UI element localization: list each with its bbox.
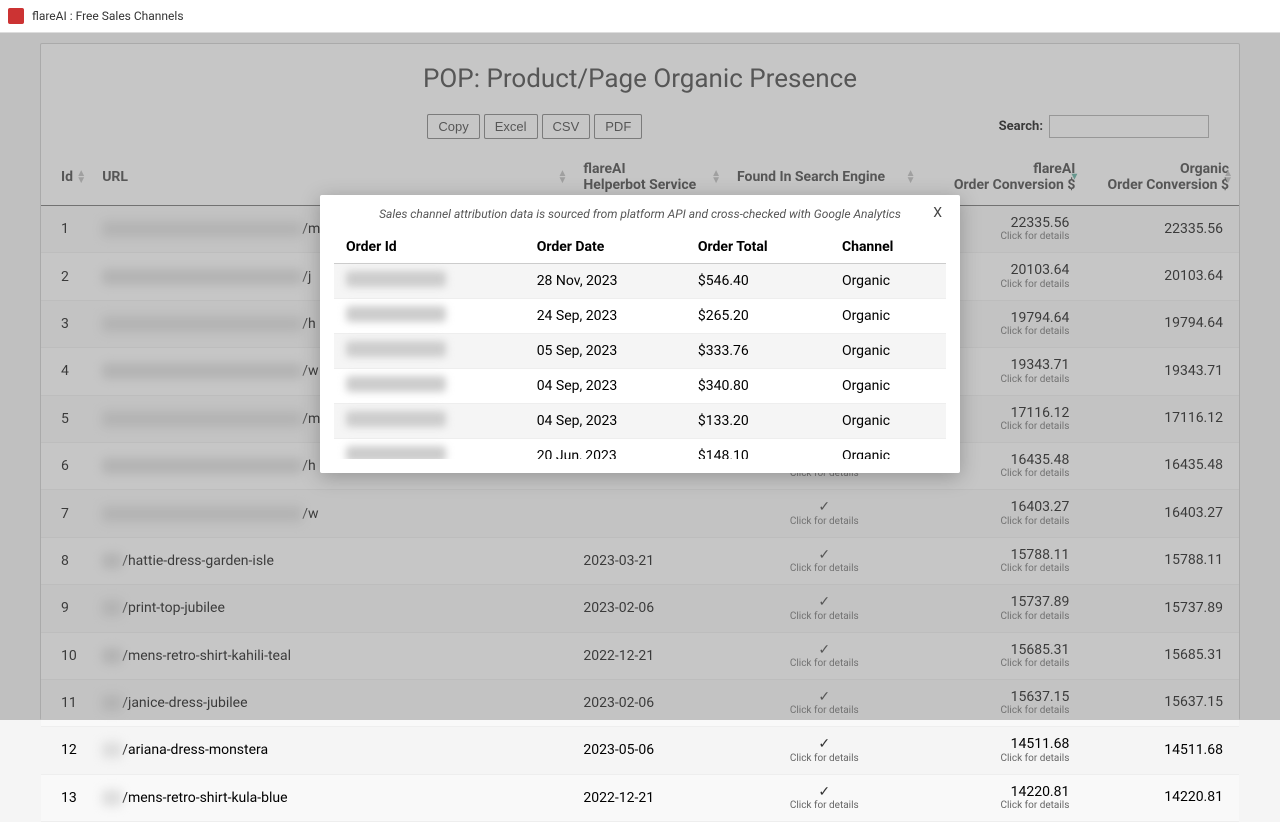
cell-channel: Organic xyxy=(830,334,946,369)
attribution-modal: X Sales channel attribution data is sour… xyxy=(320,195,960,473)
cell-org-conv: 14220.81 xyxy=(1085,774,1239,821)
modal-row: 04 Sep, 2023$340.80Organic xyxy=(334,369,946,404)
cell-url: /mens-retro-shirt-kula-blue xyxy=(92,774,573,821)
close-button[interactable]: X xyxy=(933,205,942,221)
cell-engine[interactable]: ✓Click for details xyxy=(727,774,922,821)
cell-flare-conv[interactable]: 14511.68Click for details xyxy=(922,727,1086,774)
modal-note: Sales channel attribution data is source… xyxy=(334,203,946,231)
cell-url: /ariana-dress-monstera xyxy=(92,727,573,774)
modal-row: 05 Sep, 2023$333.76Organic xyxy=(334,334,946,369)
modal-overlay[interactable]: X Sales channel attribution data is sour… xyxy=(0,33,1280,720)
col-order-date: Order Date xyxy=(525,231,686,264)
cell-order-id xyxy=(334,299,525,334)
cell-order-id xyxy=(334,334,525,369)
cell-order-date: 04 Sep, 2023 xyxy=(525,404,686,439)
cell-order-total: $148.10 xyxy=(686,439,830,460)
modal-row: 28 Nov, 2023$546.40Organic xyxy=(334,264,946,299)
col-order-id: Order Id xyxy=(334,231,525,264)
cell-channel: Organic xyxy=(830,369,946,404)
modal-scroll[interactable]: Order Id Order Date Order Total Channel … xyxy=(334,231,946,459)
check-icon: ✓ xyxy=(818,736,830,752)
cell-date: 2023-05-06 xyxy=(573,727,727,774)
window-title: flareAI : Free Sales Channels xyxy=(32,9,184,23)
modal-table: Order Id Order Date Order Total Channel … xyxy=(334,231,946,459)
cell-flare-conv[interactable]: 14220.81Click for details xyxy=(922,774,1086,821)
app-icon xyxy=(8,8,24,24)
cell-id: 12 xyxy=(41,727,92,774)
col-order-total: Order Total xyxy=(686,231,830,264)
cell-order-id xyxy=(334,264,525,299)
modal-row: 20 Jun, 2023$148.10Organic xyxy=(334,439,946,460)
cell-order-date: 05 Sep, 2023 xyxy=(525,334,686,369)
cell-channel: Organic xyxy=(830,299,946,334)
cell-date: 2022-12-21 xyxy=(573,774,727,821)
cell-order-id xyxy=(334,439,525,460)
title-bar: flareAI : Free Sales Channels xyxy=(0,0,1280,33)
modal-row: 04 Sep, 2023$133.20Organic xyxy=(334,404,946,439)
cell-channel: Organic xyxy=(830,439,946,460)
table-row: 13 /mens-retro-shirt-kula-blue2022-12-21… xyxy=(41,774,1239,821)
check-icon: ✓ xyxy=(818,784,830,800)
cell-order-total: $265.20 xyxy=(686,299,830,334)
cell-engine[interactable]: ✓Click for details xyxy=(727,727,922,774)
cell-order-date: 20 Jun, 2023 xyxy=(525,439,686,460)
cell-channel: Organic xyxy=(830,404,946,439)
cell-order-total: $546.40 xyxy=(686,264,830,299)
cell-order-total: $333.76 xyxy=(686,334,830,369)
cell-order-id xyxy=(334,369,525,404)
cell-order-date: 28 Nov, 2023 xyxy=(525,264,686,299)
cell-order-id xyxy=(334,404,525,439)
cell-org-conv: 14511.68 xyxy=(1085,727,1239,774)
cell-channel: Organic xyxy=(830,264,946,299)
cell-id: 13 xyxy=(41,774,92,821)
cell-order-total: $340.80 xyxy=(686,369,830,404)
modal-row: 24 Sep, 2023$265.20Organic xyxy=(334,299,946,334)
cell-order-date: 04 Sep, 2023 xyxy=(525,369,686,404)
cell-order-total: $133.20 xyxy=(686,404,830,439)
table-row: 12 /ariana-dress-monstera2023-05-06✓Clic… xyxy=(41,727,1239,774)
cell-order-date: 24 Sep, 2023 xyxy=(525,299,686,334)
col-channel: Channel xyxy=(830,231,946,264)
